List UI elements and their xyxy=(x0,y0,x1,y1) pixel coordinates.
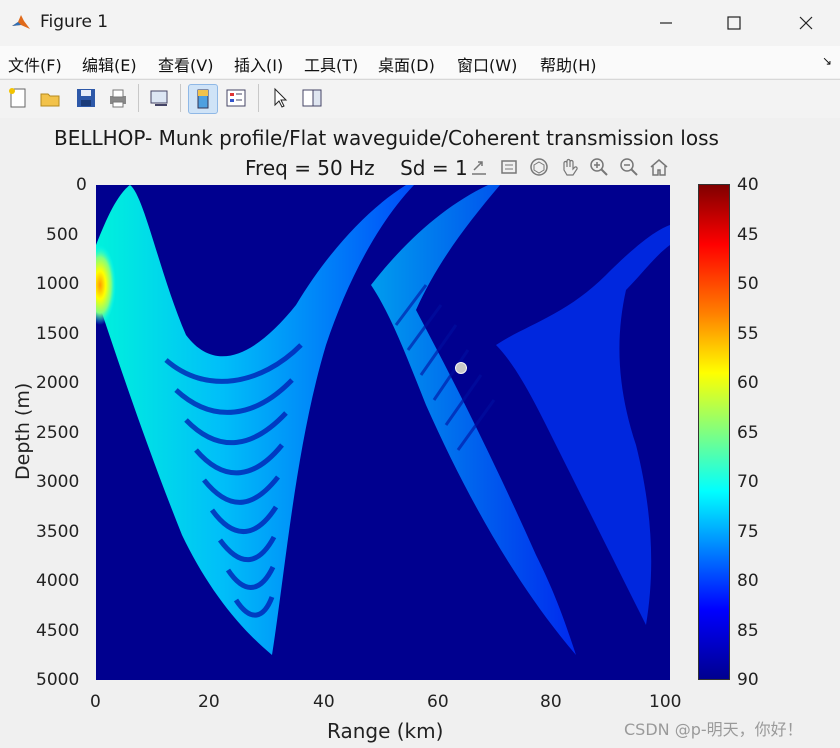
zoom-out-icon[interactable] xyxy=(616,154,642,180)
title-bar: Figure 1 xyxy=(0,0,840,46)
transmission-loss-plot[interactable] xyxy=(96,185,670,680)
y-tick: 1000 xyxy=(36,274,80,294)
x-tick: 100 xyxy=(649,692,682,712)
menu-desktop[interactable]: 桌面(D) xyxy=(378,52,435,76)
zoom-in-icon[interactable] xyxy=(586,154,612,180)
menu-edit[interactable]: 编辑(E) xyxy=(82,52,137,76)
toolbar-separator xyxy=(180,84,181,112)
maximize-button[interactable] xyxy=(714,6,754,40)
colorbar-tick: 70 xyxy=(737,472,759,492)
toolbar-separator xyxy=(258,84,259,112)
new-figure-icon[interactable] xyxy=(4,84,32,112)
watermark: CSDN @p-明天，你好！ xyxy=(624,720,803,739)
close-button[interactable] xyxy=(786,6,826,40)
y-tick: 2000 xyxy=(36,373,80,393)
menu-insert[interactable]: 插入(I) xyxy=(234,52,283,76)
open-file-icon[interactable] xyxy=(36,84,64,112)
menu-view[interactable]: 查看(V) xyxy=(158,52,213,76)
print-icon[interactable] xyxy=(104,84,132,112)
colorbar-tick: 60 xyxy=(737,373,759,393)
toolbar-separator xyxy=(138,84,139,112)
colorbar-tick: 40 xyxy=(737,175,759,195)
save-icon[interactable] xyxy=(72,84,100,112)
menu-window[interactable]: 窗口(W) xyxy=(457,52,517,76)
colorbar[interactable] xyxy=(698,184,730,680)
y-tick: 3500 xyxy=(36,522,80,542)
y-tick: 2500 xyxy=(36,423,80,443)
x-tick: 60 xyxy=(427,692,449,712)
plot-title: BELLHOP- Munk profile/Flat waveguide/Coh… xyxy=(54,126,719,150)
brush-icon[interactable] xyxy=(496,154,522,180)
window-title: Figure 1 xyxy=(40,12,109,32)
link-plot-icon[interactable] xyxy=(146,84,174,112)
plot-subtitle: Freq = 50 Hz Sd = 1 xyxy=(245,156,468,180)
export-icon[interactable] xyxy=(466,154,492,180)
property-inspector-icon[interactable] xyxy=(298,84,326,112)
matlab-icon xyxy=(12,15,30,29)
x-tick: 20 xyxy=(198,692,220,712)
y-tick: 500 xyxy=(46,225,79,245)
colorbar-tick: 55 xyxy=(737,324,759,344)
axes-toolbar xyxy=(466,154,672,180)
data-cursor[interactable] xyxy=(455,362,467,374)
colorbar-tick: 65 xyxy=(737,423,759,443)
colorbar-tick: 50 xyxy=(737,274,759,294)
y-tick: 4500 xyxy=(36,621,80,641)
menu-file[interactable]: 文件(F) xyxy=(8,52,62,76)
colorbar-icon[interactable] xyxy=(188,84,218,114)
x-tick: 80 xyxy=(540,692,562,712)
colorbar-tick: 85 xyxy=(737,621,759,641)
x-axis-label: Range (km) xyxy=(327,719,444,743)
y-tick: 1500 xyxy=(36,324,80,344)
menu-help[interactable]: 帮助(H) xyxy=(540,52,597,76)
legend-icon[interactable] xyxy=(222,84,250,112)
y-tick: 0 xyxy=(76,175,87,195)
pan-icon[interactable] xyxy=(556,154,582,180)
y-tick: 5000 xyxy=(36,670,80,690)
colorbar-tick: 75 xyxy=(737,522,759,542)
home-icon[interactable] xyxy=(646,154,672,180)
x-tick: 40 xyxy=(313,692,335,712)
colorbar-tick: 45 xyxy=(737,225,759,245)
y-axis-label: Depth (m) xyxy=(12,382,34,480)
minimize-button[interactable] xyxy=(646,6,686,40)
colorbar-tick: 80 xyxy=(737,571,759,591)
y-tick: 3000 xyxy=(36,472,80,492)
transmission-loss-field xyxy=(96,185,670,655)
y-tick: 4000 xyxy=(36,571,80,591)
dock-arrow-icon[interactable]: ↘ xyxy=(822,54,832,68)
colorbar-tick: 90 xyxy=(737,670,759,690)
x-tick: 0 xyxy=(90,692,101,712)
rotate-3d-icon[interactable] xyxy=(526,154,552,180)
menu-tools[interactable]: 工具(T) xyxy=(304,52,358,76)
pointer-icon[interactable] xyxy=(266,84,294,112)
